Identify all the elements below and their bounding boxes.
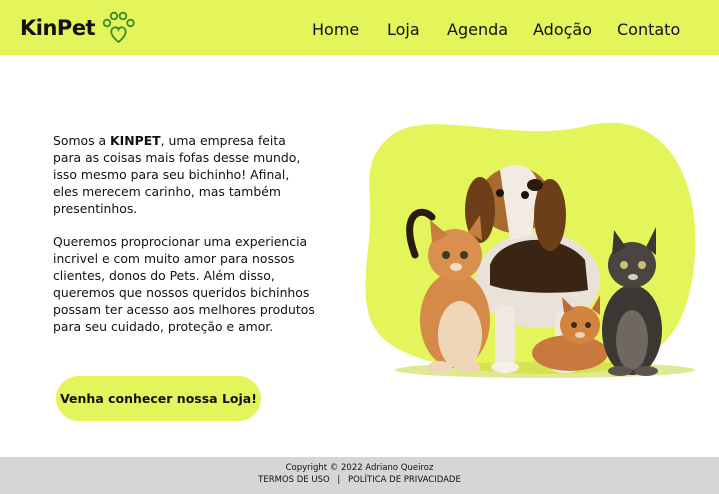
- intro-paragraph-2: Queremos proprocionar uma experiencia in…: [53, 234, 315, 334]
- terms-link[interactable]: TERMOS DE USO: [258, 475, 330, 485]
- nav-item-adocao[interactable]: Adoção: [533, 20, 592, 39]
- main-nav: Home Loja Agenda Adoção Contato: [0, 20, 719, 42]
- privacy-policy-link[interactable]: POLÍTICA DE PRIVACIDADE: [348, 475, 461, 485]
- footer-links: TERMOS DE USO | POLÍTICA DE PRIVACIDADE: [0, 475, 719, 485]
- site-footer: Copyright © 2022 Adriano Queiroz TERMOS …: [0, 457, 719, 494]
- intro-p1-start: Somos a: [53, 133, 111, 148]
- intro-brand-name: KINPET: [110, 133, 161, 148]
- nav-item-home[interactable]: Home: [312, 20, 359, 39]
- intro-text: Somos a KINPET, uma empresa feita para a…: [53, 133, 315, 336]
- site-header: KinPet Home Loja Agenda Adoção Contato: [0, 0, 719, 55]
- copyright-text: Copyright © 2022 Adriano Queiroz: [285, 463, 434, 473]
- nav-item-loja[interactable]: Loja: [387, 20, 420, 39]
- nav-item-contato[interactable]: Contato: [617, 20, 680, 39]
- visit-store-button[interactable]: Venha conhecer nossa Loja!: [56, 376, 261, 421]
- nav-item-agenda[interactable]: Agenda: [447, 20, 508, 39]
- footer-separator: |: [337, 475, 341, 485]
- intro-paragraph-1: Somos a KINPET, uma empresa feita para a…: [53, 133, 315, 218]
- pets-hero-image: [365, 122, 696, 378]
